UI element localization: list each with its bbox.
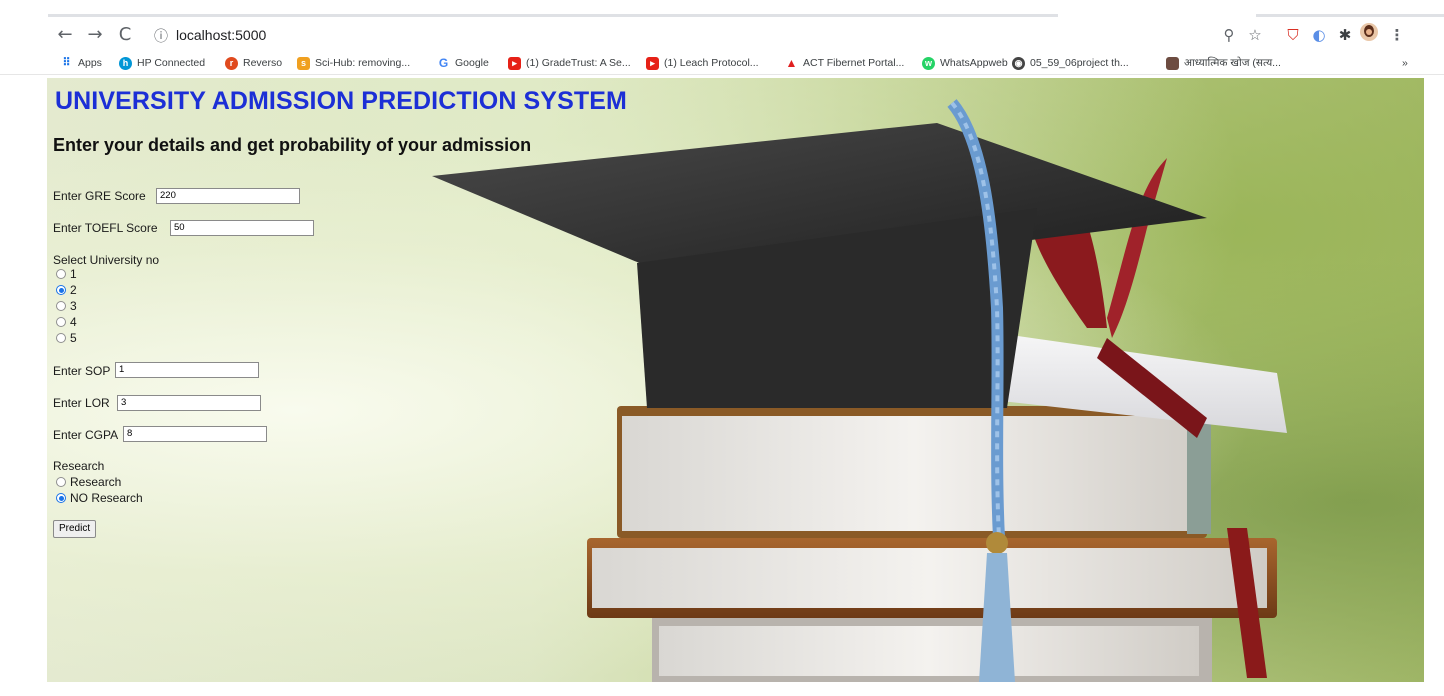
radio-button-selected[interactable]	[56, 493, 66, 503]
reverso-icon: r	[225, 56, 238, 70]
research-option-research[interactable]: Research	[56, 475, 121, 489]
bookmark-label: 05_59_06project th...	[1030, 57, 1129, 69]
radio-button-selected[interactable]	[56, 285, 66, 295]
youtube-icon: ▸	[508, 56, 521, 70]
hp-icon: h	[119, 56, 132, 70]
research-option-no-research[interactable]: NO Research	[56, 491, 143, 505]
radio-label: 3	[70, 299, 77, 313]
bookmark-label: (1) GradeTrust: A Se...	[526, 57, 631, 69]
bookmark-label: (1) Leach Protocol...	[664, 57, 759, 69]
cgpa-input[interactable]	[123, 426, 267, 442]
radio-button[interactable]	[56, 301, 66, 311]
scihub-icon: s	[297, 56, 310, 70]
bookmark-label: Sci-Hub: removing...	[315, 57, 411, 69]
page-subtitle: Enter your details and get probability o…	[53, 135, 532, 155]
radio-button[interactable]	[56, 477, 66, 487]
reload-icon[interactable]: C	[112, 22, 138, 48]
apps-grid-icon: ⠿	[62, 56, 71, 69]
page-viewport: UNIVERSITY ADMISSION PREDICTION SYSTEM E…	[47, 78, 1424, 682]
bookmark-gradetrust[interactable]: ▸ (1) GradeTrust: A Se...	[508, 55, 631, 71]
toefl-score-input[interactable]	[170, 220, 314, 236]
graduation-background-image	[432, 99, 1287, 682]
globe-icon: ◉	[1012, 56, 1025, 70]
bookmark-project[interactable]: ◉ 05_59_06project th...	[1012, 55, 1129, 71]
sop-input[interactable]	[115, 362, 259, 378]
address-bar[interactable]: ⓘ localhost:5000	[142, 20, 1252, 50]
tab-strip	[0, 0, 1444, 18]
radio-button[interactable]	[56, 317, 66, 327]
bookmark-adhyatmik[interactable]: आध्यात्मिक खोज (सत्य...	[1166, 55, 1281, 71]
bookmark-leach-protocol[interactable]: ▸ (1) Leach Protocol...	[646, 55, 759, 71]
radio-label: 2	[70, 283, 77, 297]
google-icon: G	[438, 55, 449, 70]
university-option-1[interactable]: 1	[56, 267, 77, 281]
bookmark-label: Apps	[78, 57, 102, 69]
gre-score-input[interactable]	[156, 188, 300, 204]
puzzle-extensions-icon[interactable]: ✱	[1334, 23, 1356, 47]
research-label: Research	[53, 459, 105, 473]
bookmark-label: ACT Fibernet Portal...	[803, 57, 905, 69]
bookmark-label: HP Connected	[137, 57, 206, 69]
radio-label: Research	[70, 475, 122, 489]
university-option-2[interactable]: 2	[56, 283, 77, 297]
more-bookmarks-button[interactable]: »	[1402, 55, 1408, 71]
bookmarks-bar: ⠿ Apps h HP Connected r Reverso s Sci-Hu…	[0, 52, 1444, 75]
university-option-3[interactable]: 3	[56, 299, 77, 313]
tab-edge	[1256, 14, 1444, 17]
address-url[interactable]: localhost:5000	[176, 27, 266, 43]
page-title: UNIVERSITY ADMISSION PREDICTION SYSTEM	[55, 87, 627, 115]
extension-icon[interactable]: ◐	[1308, 23, 1330, 47]
bookmark-star-icon[interactable]: ☆	[1244, 23, 1266, 47]
cgpa-label: Enter CGPA	[53, 428, 119, 442]
bookmark-label: Reverso	[243, 57, 283, 69]
radio-label: 1	[70, 267, 77, 281]
bookmark-apps[interactable]: ⠿ Apps	[60, 55, 102, 71]
browser-toolbar: ← → C ⓘ localhost:5000 ⚲ ☆ ⛉ ◐ ✱ ⋮	[0, 18, 1444, 52]
gre-label: Enter GRE Score	[53, 189, 146, 203]
kebab-menu-icon[interactable]: ⋮	[1386, 23, 1408, 47]
bookmark-act-fibernet[interactable]: ▲ ACT Fibernet Portal...	[785, 55, 905, 71]
radio-label: NO Research	[70, 491, 143, 505]
lor-input[interactable]	[117, 395, 261, 411]
university-label: Select University no	[53, 253, 160, 267]
radio-button[interactable]	[56, 269, 66, 279]
toefl-label: Enter TOEFL Score	[53, 221, 158, 235]
bookmark-whatsappweb[interactable]: w WhatsAppweb	[922, 55, 1008, 71]
predict-button[interactable]: Predict	[53, 520, 97, 538]
youtube-icon: ▸	[646, 56, 659, 70]
back-arrow-icon[interactable]: ←	[52, 22, 78, 48]
university-option-5[interactable]: 5	[56, 331, 77, 345]
forward-arrow-icon[interactable]: →	[82, 22, 108, 48]
bookmark-label: Google	[455, 57, 489, 69]
radio-label: 4	[70, 315, 77, 329]
sop-label: Enter SOP	[53, 364, 111, 378]
bookmark-label: WhatsAppweb	[940, 57, 1008, 69]
lor-label: Enter LOR	[53, 396, 110, 410]
pocket-extension-icon[interactable]: ⛉	[1282, 23, 1304, 47]
act-icon: ▲	[785, 55, 798, 70]
radio-label: 5	[70, 331, 77, 345]
chevron-double-right-icon: »	[1402, 57, 1408, 69]
bookmark-label: आध्यात्मिक खोज (सत्य...	[1184, 57, 1281, 69]
university-option-4[interactable]: 4	[56, 315, 77, 329]
zoom-icon[interactable]: ⚲	[1218, 23, 1240, 47]
whatsapp-icon: w	[922, 56, 935, 70]
bookmark-scihub[interactable]: s Sci-Hub: removing...	[297, 55, 410, 71]
active-tab-edge	[48, 14, 1058, 17]
radio-button[interactable]	[56, 333, 66, 343]
avatar[interactable]	[1358, 23, 1380, 47]
bookmark-reverso[interactable]: r Reverso	[225, 55, 282, 71]
bookmark-hp-connected[interactable]: h HP Connected	[119, 55, 205, 71]
bookmark-google[interactable]: G Google	[437, 55, 489, 71]
site-thumb-icon	[1166, 56, 1179, 70]
site-info-icon[interactable]: ⓘ	[154, 26, 168, 46]
